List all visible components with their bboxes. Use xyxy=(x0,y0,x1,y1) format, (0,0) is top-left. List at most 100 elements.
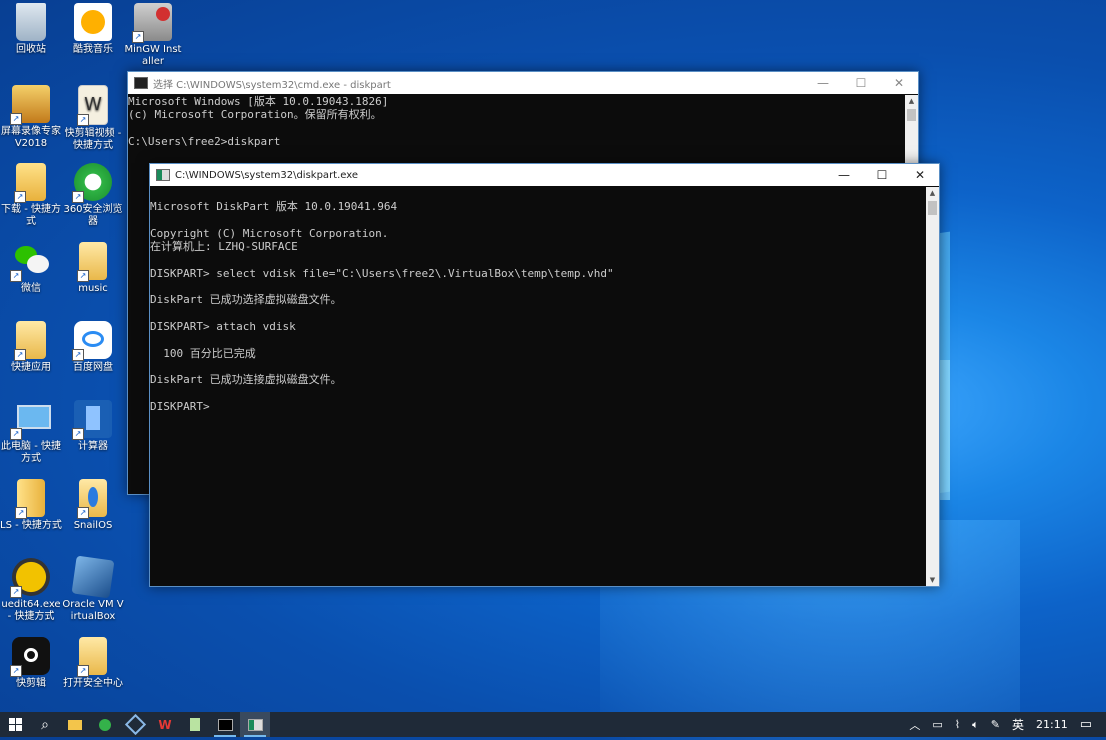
search-button[interactable]: ⌕ xyxy=(30,712,60,737)
desktop-icon-calculator[interactable]: ↗ 计算器 xyxy=(62,400,124,453)
diskpart-scroll-thumb[interactable] xyxy=(928,201,937,215)
cmd-minimize-button[interactable]: — xyxy=(804,72,842,94)
volume-icon[interactable]: 🔈︎ xyxy=(966,718,985,732)
cmd-icon xyxy=(134,77,148,89)
downloads-folder-icon: ↗ xyxy=(14,163,46,203)
desktop-icon-mingw[interactable]: ↗ MinGW Installer xyxy=(122,3,184,68)
taskbar-360-browser[interactable] xyxy=(90,712,120,737)
console-line: Microsoft Windows [版本 10.0.19043.1826] xyxy=(128,95,389,108)
battery-icon[interactable]: ▭ xyxy=(926,718,948,731)
taskbar-notepad[interactable] xyxy=(180,712,210,737)
notifications-icon[interactable]: ▭ xyxy=(1074,717,1106,732)
diskpart-window-title: C:\WINDOWS\system32\diskpart.exe xyxy=(175,169,359,181)
clock[interactable]: 21:11 xyxy=(1030,718,1074,731)
diskpart-minimize-button[interactable]: — xyxy=(825,164,863,186)
wechat-icon: ↗ xyxy=(10,242,50,282)
quick-apps-folder-icon: ↗ xyxy=(14,321,46,361)
taskbar-virtualbox[interactable] xyxy=(120,712,150,737)
cmd-window-title: 选择 C:\WINDOWS\system32\cmd.exe - diskpar… xyxy=(153,79,391,91)
screen-recorder-icon: ↗ xyxy=(10,85,50,125)
file-explorer-icon xyxy=(68,719,82,730)
video-editor-icon: W ↗ xyxy=(77,85,108,126)
console-line: DISKPART> select vdisk file="C:\Users\fr… xyxy=(150,266,614,280)
music-folder-icon: ↗ xyxy=(77,242,107,282)
baidu-netdisk-icon: ↗ xyxy=(72,321,112,361)
console-line: 在计算机上: LZHQ-SURFACE xyxy=(150,240,298,254)
desktop-icon-recycle-bin[interactable]: 回收站 xyxy=(0,3,62,56)
taskbar-wps[interactable]: W xyxy=(150,712,180,737)
taskbar: ⌕ W ︿ ▭ ⌇ 🔈︎ ✎ 英 21:11 ▭ xyxy=(0,712,1106,737)
desktop-icon-screen-recorder[interactable]: ↗ 屏幕录像专家V2018 xyxy=(0,85,62,150)
desktop-icon-snailos[interactable]: ↗ SnailOS xyxy=(62,479,124,532)
input-language-indicator[interactable]: 英 xyxy=(1006,716,1030,733)
desktop-icon-video-editor[interactable]: W ↗ 快剪辑视频 - 快捷方式 xyxy=(62,85,124,152)
snailos-icon: ↗ xyxy=(77,479,107,519)
desktop-icon-downloads[interactable]: ↗ 下载 - 快捷方式 xyxy=(0,163,62,228)
console-line: DISKPART> xyxy=(150,399,217,413)
scroll-down-arrow-icon[interactable]: ▼ xyxy=(926,574,939,586)
console-line: DiskPart 已成功连接虚拟磁盘文件。 xyxy=(150,373,342,387)
wps-office-icon: W xyxy=(158,717,172,732)
console-line: DiskPart 已成功选择虚拟磁盘文件。 xyxy=(150,293,342,307)
diskpart-scrollbar[interactable]: ▲ ▼ xyxy=(926,187,939,586)
desktop-icon-uedit[interactable]: ↗ uedit64.exe - 快捷方式 xyxy=(0,558,62,623)
desktop-icon-wechat[interactable]: ↗ 微信 xyxy=(0,242,62,295)
cmd-scroll-thumb[interactable] xyxy=(907,109,916,121)
pen-icon[interactable]: ✎ xyxy=(985,718,1006,731)
diskpart-close-button[interactable]: ✕ xyxy=(901,164,939,186)
taskbar-cmd[interactable] xyxy=(210,712,240,737)
kuwo-music-icon xyxy=(74,3,112,41)
taskbar-file-explorer[interactable] xyxy=(60,712,90,737)
360-browser-icon xyxy=(99,718,111,731)
scroll-up-arrow-icon[interactable]: ▲ xyxy=(926,187,939,199)
recycle-bin-icon xyxy=(16,3,46,41)
diskpart-window[interactable]: C:\WINDOWS\system32\diskpart.exe — ☐ ✕ M… xyxy=(149,163,940,587)
cmd-close-button[interactable]: ✕ xyxy=(880,72,918,94)
notepad-icon xyxy=(190,718,200,731)
search-icon: ⌕ xyxy=(41,716,49,733)
cmd-titlebar[interactable]: 选择 C:\WINDOWS\system32\cmd.exe - diskpar… xyxy=(128,72,918,94)
console-line: Copyright (C) Microsoft Corporation. xyxy=(150,226,389,240)
desktop-icon-security-center[interactable]: ↗ 打开安全中心 xyxy=(62,637,124,690)
network-icon[interactable]: ⌇ xyxy=(949,718,966,731)
show-hidden-icons-chevron-icon[interactable]: ︿ xyxy=(903,717,926,733)
console-line: Microsoft DiskPart 版本 10.0.19041.964 xyxy=(150,200,398,214)
virtualbox-icon xyxy=(71,555,115,599)
diskpart-icon xyxy=(247,718,263,731)
desktop-icon-kuwo-music[interactable]: 酷我音乐 xyxy=(62,3,124,56)
cmd-maximize-button[interactable]: ☐ xyxy=(842,72,880,94)
desktop-icon-ls[interactable]: ↗ LS - 快捷方式 xyxy=(0,479,62,532)
kuaijianji-icon: ↗ xyxy=(10,637,50,677)
start-button[interactable] xyxy=(0,712,30,737)
system-tray: ︿ ▭ ⌇ 🔈︎ ✎ 英 21:11 ▭ xyxy=(903,712,1106,737)
ls-folder-icon: ↗ xyxy=(15,479,45,519)
diskpart-console-output[interactable]: Microsoft DiskPart 版本 10.0.19041.964 Cop… xyxy=(150,187,926,413)
ultraedit-icon: ↗ xyxy=(10,558,50,598)
desktop-icon-baidu-netdisk[interactable]: ↗ 百度网盘 xyxy=(62,321,124,374)
cmd-console-output[interactable]: Microsoft Windows [版本 10.0.19043.1826] (c… xyxy=(128,95,905,148)
console-line: (c) Microsoft Corporation。保留所有权利。 xyxy=(128,108,382,122)
desktop-icon-this-pc[interactable]: ↗ 此电脑 - 快捷方式 xyxy=(0,400,62,465)
desktop-icon-kuaijianji[interactable]: ↗ 快剪辑 xyxy=(0,637,62,690)
diskpart-titlebar[interactable]: C:\WINDOWS\system32\diskpart.exe — ☐ ✕ xyxy=(150,164,939,186)
mingw-installer-icon: ↗ xyxy=(132,3,172,43)
desktop-icon-360-browser[interactable]: ↗ 360安全浏览器 xyxy=(62,163,124,228)
desktop-icon-quick-apps[interactable]: ↗ 快捷应用 xyxy=(0,321,62,374)
scroll-up-arrow-icon[interactable]: ▲ xyxy=(905,95,918,107)
virtualbox-icon xyxy=(124,713,146,736)
desktop-icon-virtualbox[interactable]: Oracle VM VirtualBox xyxy=(62,555,124,623)
cmd-icon xyxy=(217,718,233,731)
360-browser-icon: ↗ xyxy=(72,163,112,203)
console-line: C:\Users\free2>diskpart xyxy=(128,134,281,148)
desktop-icon-music[interactable]: ↗ music xyxy=(62,242,124,295)
diskpart-maximize-button[interactable]: ☐ xyxy=(863,164,901,186)
console-line: DISKPART> attach vdisk xyxy=(150,319,296,333)
windows-start-icon xyxy=(8,718,22,731)
taskbar-diskpart[interactable] xyxy=(240,712,270,737)
